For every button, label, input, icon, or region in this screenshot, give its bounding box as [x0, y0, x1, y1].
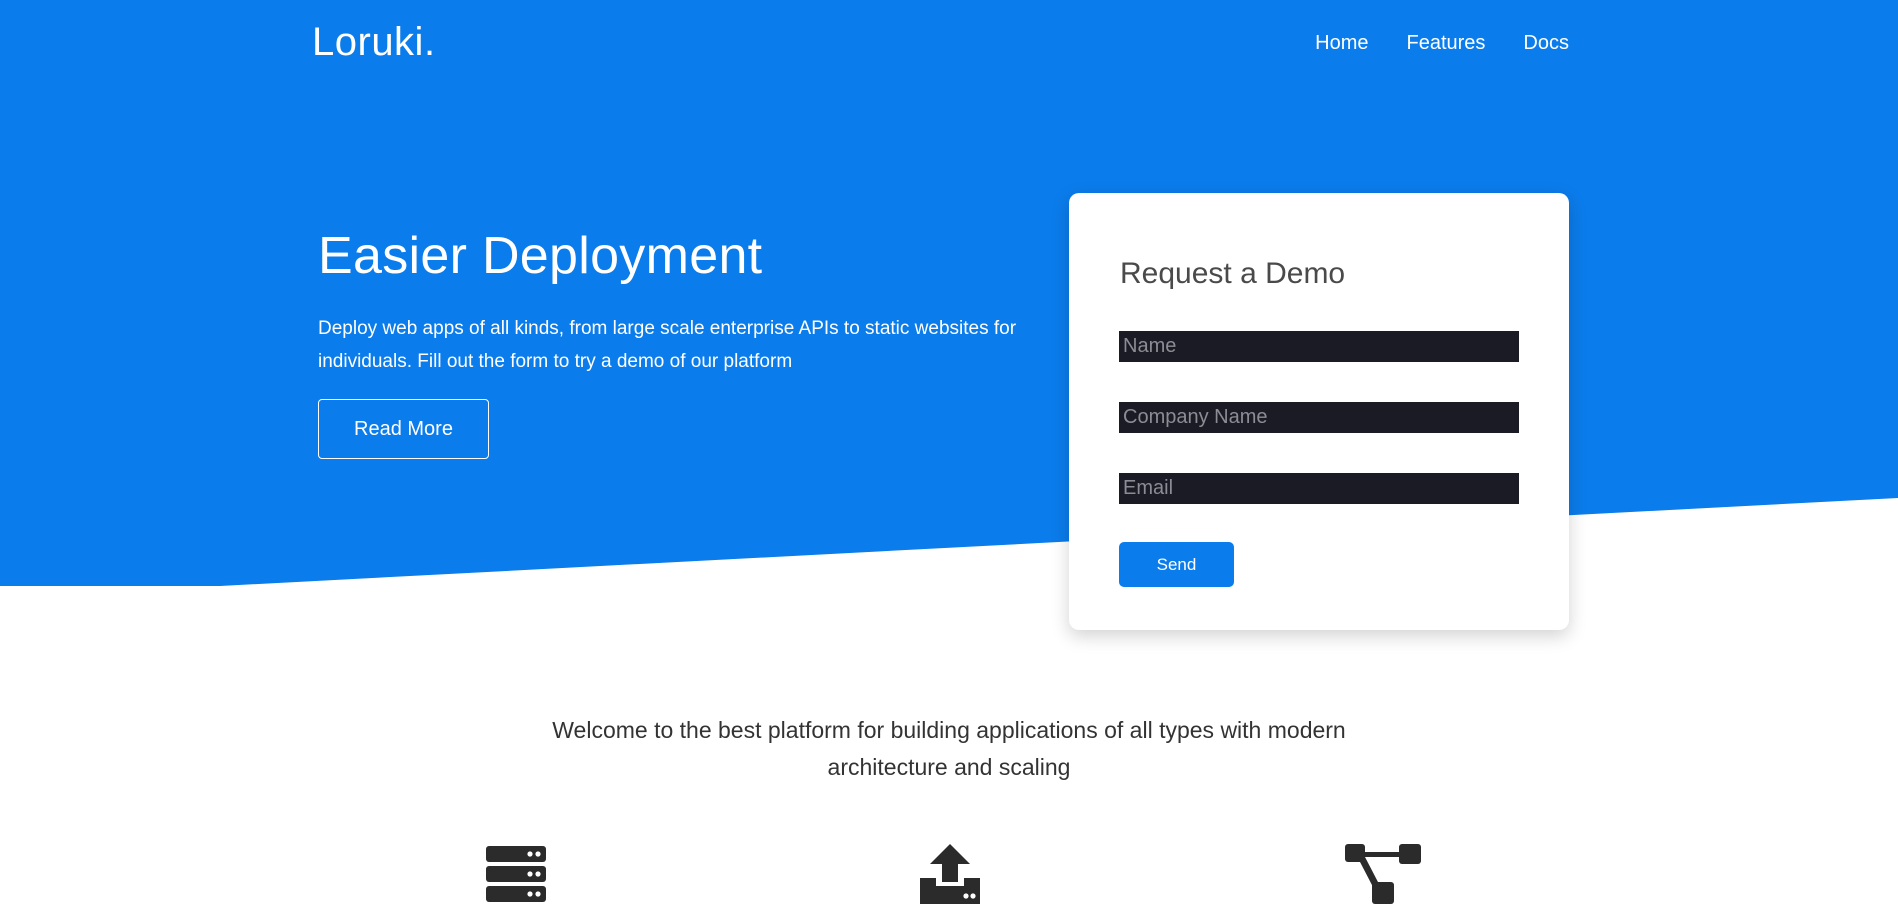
hero-description: Deploy web apps of all kinds, from large… — [318, 318, 1017, 372]
read-more-button[interactable]: Read More — [318, 399, 489, 459]
nav-link-docs[interactable]: Docs — [1523, 32, 1569, 55]
welcome-text: Welcome to the best platform for buildin… — [552, 717, 1346, 780]
name-input[interactable] — [1119, 331, 1519, 362]
company-name-input[interactable] — [1119, 402, 1519, 433]
send-button[interactable]: Send — [1119, 542, 1234, 587]
demo-form-title: Request a Demo — [1120, 257, 1346, 290]
nav-link-features[interactable]: Features — [1406, 32, 1485, 55]
demo-request-card: Request a Demo Send — [1069, 193, 1569, 630]
hero-background — [0, 0, 1898, 600]
upload-icon — [918, 842, 982, 906]
nav-link-home[interactable]: Home — [1315, 32, 1368, 55]
main-nav: Home Features Docs — [1315, 32, 1569, 55]
sitemap-icon — [1345, 842, 1421, 906]
email-input[interactable] — [1119, 473, 1519, 504]
server-icon — [484, 842, 548, 906]
hero-title: Easier Deployment — [318, 227, 763, 285]
logo[interactable]: Loruki. — [312, 20, 436, 65]
